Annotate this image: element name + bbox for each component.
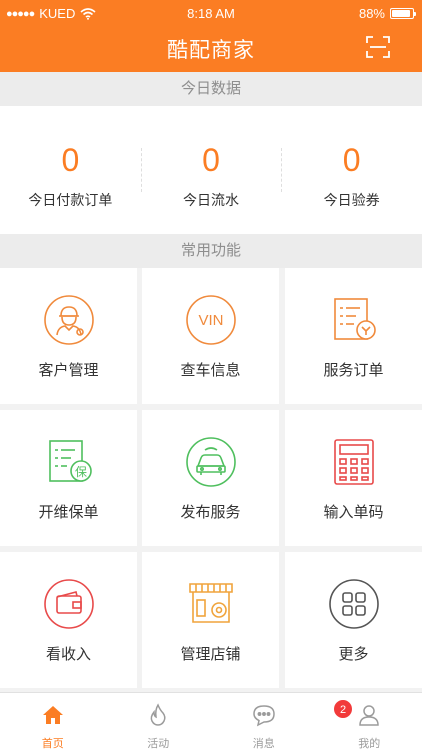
insurance-text: 保 [75, 465, 87, 479]
status-right: 88% [358, 6, 416, 21]
keypad-icon [334, 439, 374, 485]
function-view-income[interactable]: 看收入 [0, 552, 137, 688]
message-icon [252, 705, 275, 727]
function-label: 输入单码 [323, 504, 384, 521]
function-open-maintenance-order[interactable]: 保 开维保单 [0, 410, 137, 546]
today-data-header: 今日数据 [0, 72, 422, 106]
function-vehicle-info[interactable]: VIN 查车信息 [142, 268, 279, 404]
function-publish-service[interactable]: 发布服务 [142, 410, 279, 546]
stat-label: 今日付款订单 [28, 192, 113, 208]
stat-verified-coupons[interactable]: 0 今日验券 [281, 106, 422, 234]
tab-label: 消息 [252, 738, 275, 750]
function-service-orders[interactable]: 服务订单 [285, 268, 422, 404]
vin-icon: VIN [186, 295, 236, 345]
profile-icon [359, 705, 380, 726]
store-settings-icon [189, 583, 233, 623]
stat-paid-orders[interactable]: 0 今日付款订单 [0, 106, 141, 234]
stat-value: 0 [61, 142, 80, 178]
function-label: 服务订单 [323, 362, 384, 379]
nav-bar: 酷配商家 [0, 26, 422, 72]
function-label: 管理店铺 [180, 646, 241, 663]
vin-text: VIN [198, 312, 223, 329]
function-label: 更多 [338, 646, 369, 663]
stat-value: 0 [202, 142, 220, 178]
tab-label: 活动 [147, 738, 170, 750]
wallet-icon [44, 579, 94, 629]
customer-icon [44, 295, 94, 345]
functions-header: 常用功能 [0, 234, 422, 268]
function-enter-order-code[interactable]: 输入单码 [285, 410, 422, 546]
car-service-icon [186, 437, 236, 487]
battery-fill [392, 10, 410, 17]
page-title: 酷配商家 [167, 39, 255, 62]
status-bar: ●●●●● KUED 8:18 AM 88% [0, 0, 422, 26]
function-manage-store[interactable]: 管理店铺 [142, 552, 279, 688]
function-label: 客户管理 [38, 362, 99, 379]
function-label: 开维保单 [38, 504, 99, 521]
stat-label: 今日流水 [183, 192, 239, 208]
tab-messages[interactable]: 2 消息 [211, 693, 353, 750]
tab-activity[interactable]: 活动 [106, 693, 212, 750]
maintenance-order-icon: 保 [49, 440, 92, 482]
function-label: 发布服务 [180, 504, 241, 521]
function-more[interactable]: 更多 [285, 552, 422, 688]
stat-label: 今日验券 [323, 192, 380, 208]
function-customer-management[interactable]: 客户管理 [0, 268, 137, 404]
tab-label: 我的 [358, 738, 381, 750]
service-order-icon [334, 298, 376, 340]
today-stats: 0 今日付款订单 0 今日流水 0 今日验券 [0, 106, 422, 234]
flame-icon [150, 703, 166, 726]
tab-label: 首页 [41, 738, 64, 750]
function-label: 查车信息 [180, 362, 241, 379]
battery-percent: 88% [358, 6, 385, 21]
scan-icon[interactable] [366, 36, 390, 58]
home-icon [42, 706, 63, 724]
tab-home[interactable]: 首页 [0, 693, 106, 750]
stat-cash-flow[interactable]: 0 今日流水 [140, 106, 282, 234]
more-icon [329, 579, 379, 629]
tab-bar: 首页 活动 2 消息 我的 [0, 692, 422, 750]
function-label: 看收入 [45, 646, 91, 663]
tab-profile[interactable]: 我的 [317, 693, 422, 750]
battery-icon [390, 8, 416, 19]
stat-value: 0 [342, 142, 361, 178]
